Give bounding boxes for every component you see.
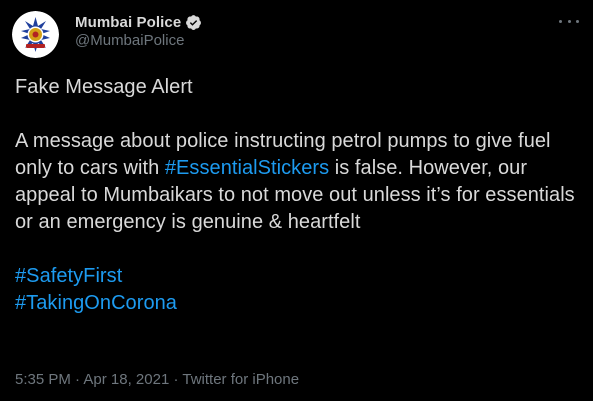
handle[interactable]: @MumbaiPolice	[75, 32, 202, 49]
tweet-date[interactable]: Apr 18, 2021	[83, 371, 169, 388]
avatar[interactable]	[12, 11, 59, 58]
tweet-text: Fake Message Alert A message about polic…	[15, 74, 580, 317]
tweet-meta: 5:35 PM · Apr 18, 2021 · Twitter for iPh…	[15, 371, 299, 388]
more-dot	[559, 19, 562, 23]
display-name[interactable]: Mumbai Police	[75, 14, 181, 31]
mumbai-police-crest-icon	[12, 11, 59, 58]
meta-separator: ·	[70, 371, 84, 388]
author-block: Mumbai Police @MumbaiPolice	[75, 12, 202, 49]
more-dot	[576, 19, 579, 23]
tweet-title-line: Fake Message Alert	[15, 76, 193, 98]
hashtag-safety-first[interactable]: #SafetyFirst	[15, 265, 122, 287]
more-icon[interactable]	[559, 14, 579, 28]
meta-separator: ·	[169, 371, 183, 388]
tweet-time[interactable]: 5:35 PM	[15, 371, 71, 388]
verified-badge-icon	[185, 14, 202, 31]
tweet-paragraph: A message about police instructing petro…	[15, 128, 580, 236]
hashtag-line: #TakingOnCorona	[15, 290, 580, 317]
hashtag-taking-on-corona[interactable]: #TakingOnCorona	[15, 292, 177, 314]
more-dot	[567, 19, 571, 23]
tweet-source[interactable]: Twitter for iPhone	[182, 371, 299, 388]
display-name-row: Mumbai Police	[75, 12, 202, 32]
hashtag-line: #SafetyFirst	[15, 263, 580, 290]
hashtag-essential-stickers[interactable]: #EssentialStickers	[165, 157, 329, 179]
